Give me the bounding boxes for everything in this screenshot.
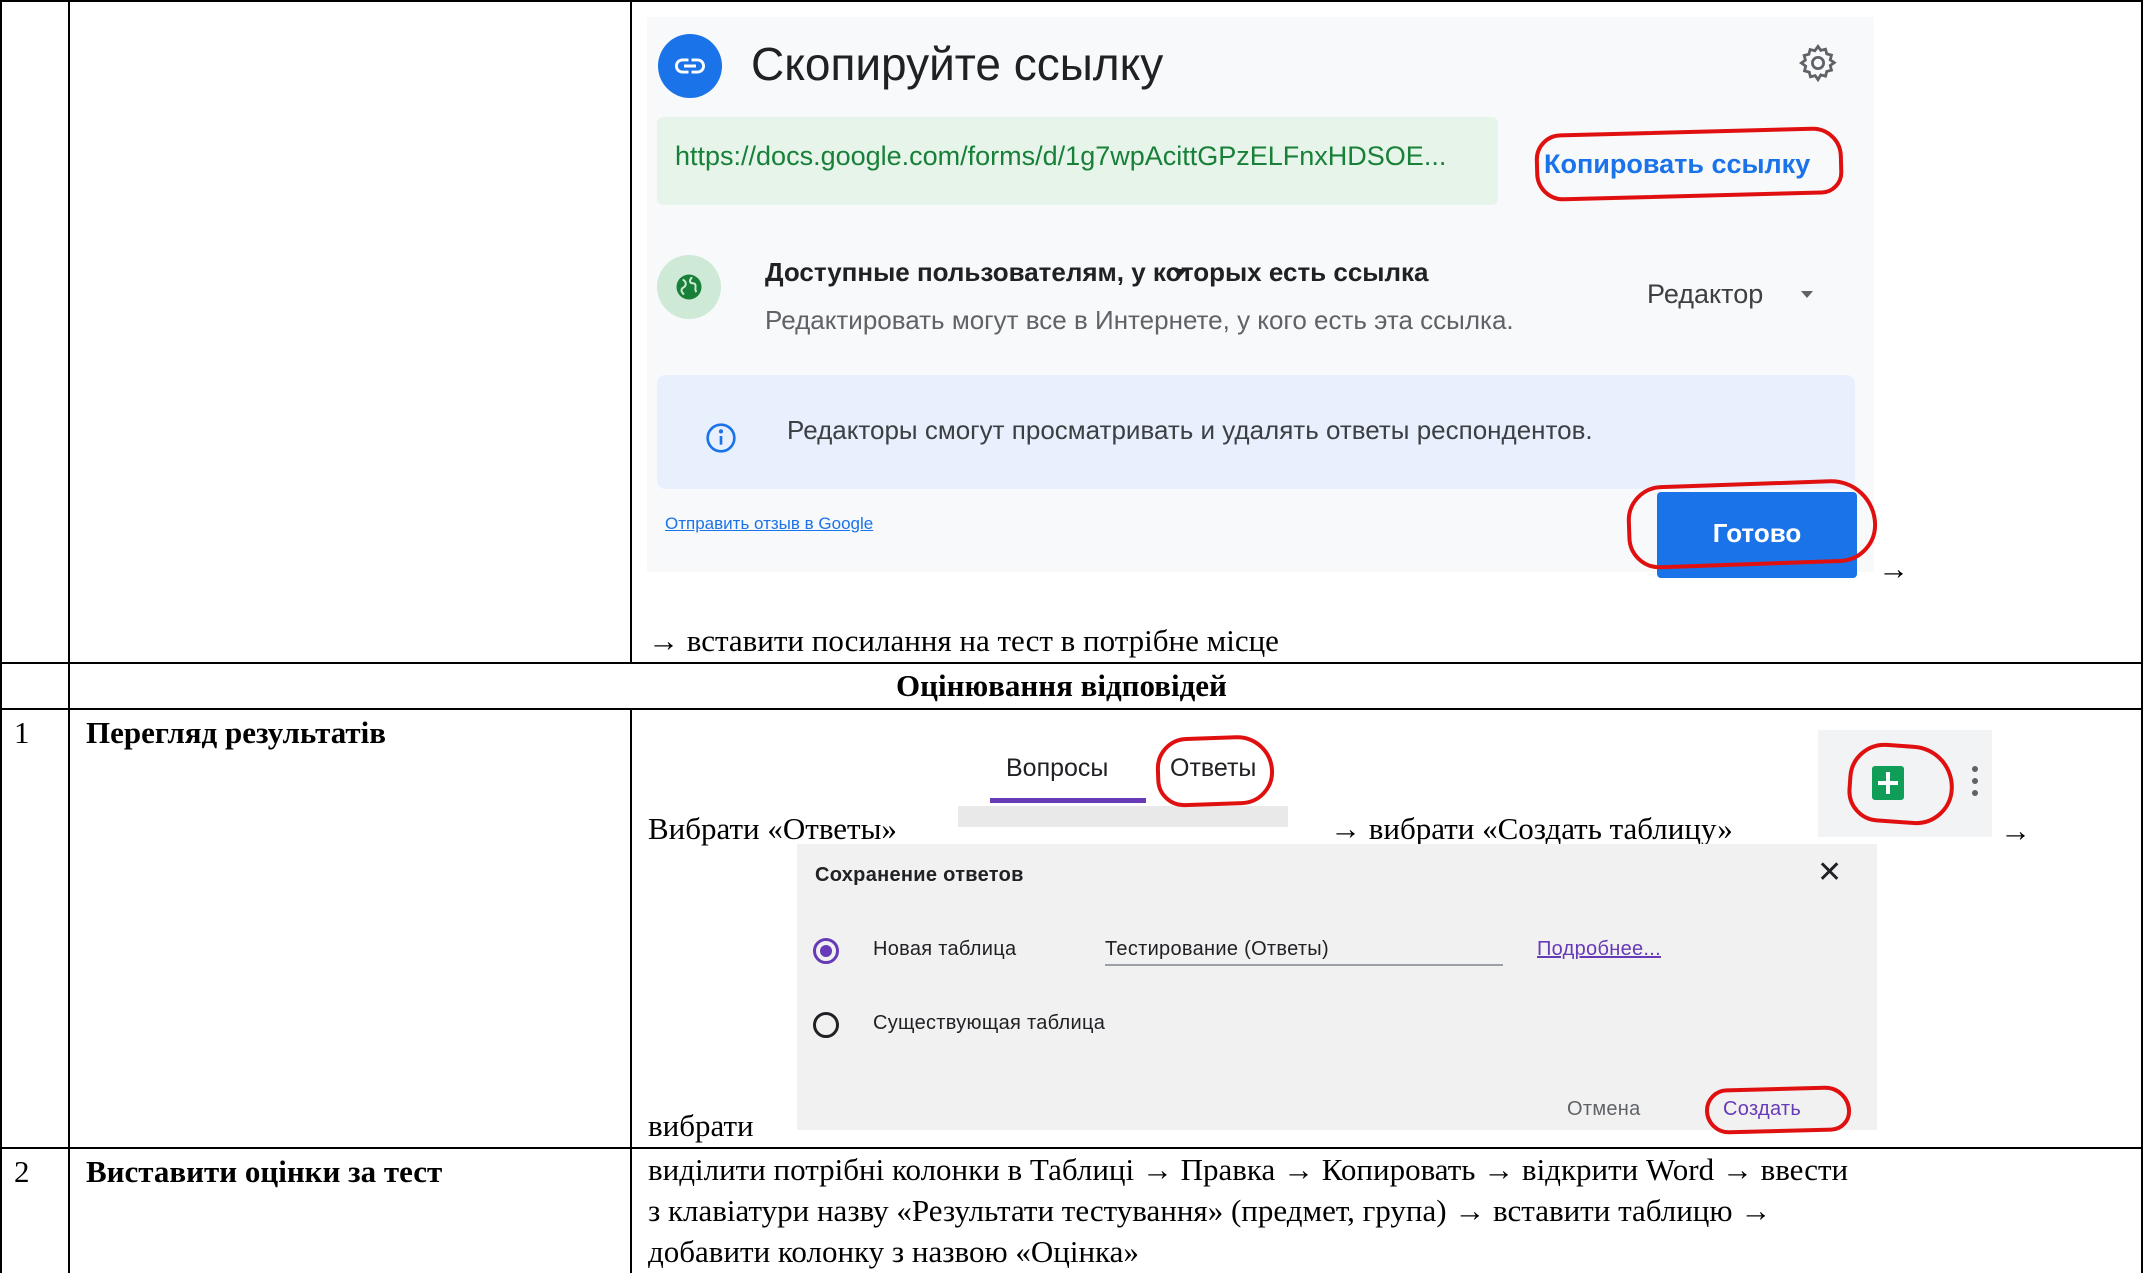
cancel-button[interactable]: Отмена	[1567, 1098, 1641, 1121]
row-number: 2	[14, 1154, 30, 1189]
option-new-table-label: Новая таблица	[873, 938, 1017, 960]
radio-new-table[interactable]	[813, 938, 839, 964]
column-divider	[68, 0, 70, 1273]
instruction-line: добавити колонку з назвою «Оцінка»	[648, 1234, 1139, 1269]
role-dropdown[interactable]: Редактор	[1647, 279, 1763, 310]
instruction-line: з клавіатури назву «Результати тестуванн…	[648, 1193, 1772, 1228]
highlight-circle	[1625, 477, 1879, 571]
globe-icon	[657, 255, 721, 319]
highlight-circle	[1704, 1085, 1852, 1135]
column-divider	[630, 0, 632, 662]
step-name: Перегляд результатів	[86, 715, 386, 750]
feedback-link[interactable]: Отправить отзыв в Google	[665, 514, 873, 534]
highlight-circle	[1534, 125, 1844, 203]
row-divider	[0, 1147, 2143, 1149]
column-divider	[630, 708, 632, 1273]
copy-link-dialog-screenshot: Скопируйте ссылку https://docs.google.co…	[647, 17, 1879, 578]
row-divider	[0, 708, 2143, 710]
more-vert-icon[interactable]	[1972, 766, 1978, 802]
learn-more-link[interactable]: Подробнее...	[1537, 938, 1661, 961]
chevron-down-icon[interactable]	[1173, 269, 1187, 277]
close-icon[interactable]: ✕	[1817, 858, 1842, 888]
dialog-title: Сохранение ответов	[815, 864, 1024, 886]
row-number: 1	[14, 715, 30, 750]
highlight-circle	[1154, 733, 1276, 809]
input-underline	[1105, 964, 1503, 966]
instruction-text: → вставити посилання на тест в потрібне …	[648, 623, 1279, 658]
highlight-circle	[1845, 740, 1957, 828]
link-field[interactable]: https://docs.google.com/forms/d/1g7wpAci…	[657, 117, 1498, 205]
info-banner: Редакторы смогут просматривать и удалять…	[657, 375, 1855, 489]
instruction-text: Вибрати «Ответы»	[648, 811, 897, 846]
active-tab-indicator	[990, 798, 1146, 803]
new-table-name-input[interactable]: Тестирование (Ответы)	[1105, 938, 1329, 961]
table-border-top	[0, 0, 2143, 2]
sheets-screenshot	[1818, 730, 1992, 837]
row-divider	[0, 662, 2143, 664]
tab-questions[interactable]: Вопросы	[1006, 754, 1108, 783]
tab-bar-background	[958, 806, 1288, 827]
tabs-screenshot: Вопросы Ответы	[958, 730, 1288, 827]
access-description: Редактировать могут все в Интернете, у к…	[765, 305, 1514, 335]
info-text: Редакторы смогут просматривать и удалять…	[787, 415, 1593, 445]
step-name: Виставити оцінки за тест	[86, 1154, 443, 1189]
gear-icon[interactable]	[1797, 42, 1839, 89]
arrow-text: →	[1878, 551, 1909, 586]
chevron-down-icon[interactable]	[1801, 291, 1813, 298]
section-header: Оцінювання відповідей	[896, 668, 1227, 703]
save-responses-dialog-screenshot: Сохранение ответов ✕ Новая таблица Тести…	[797, 844, 1877, 1135]
instruction-text: вибрати	[648, 1108, 754, 1143]
link-url: https://docs.google.com/forms/d/1g7wpAci…	[675, 141, 1447, 171]
access-level-dropdown[interactable]: Доступные пользователям, у которых есть …	[765, 257, 1429, 288]
link-icon	[658, 34, 722, 98]
instruction-text: → вибрати «Создать таблицу»	[1330, 811, 1733, 846]
instruction-line: виділити потрібні колонки в Таблиці → Пр…	[648, 1152, 1849, 1187]
table-border-left	[0, 0, 2, 1273]
arrow-text: →	[2000, 813, 2031, 848]
info-icon	[705, 422, 737, 459]
dialog-title: Скопируйте ссылку	[751, 38, 1164, 90]
option-existing-table-label: Существующая таблица	[873, 1012, 1106, 1034]
radio-existing-table[interactable]	[813, 1012, 839, 1038]
